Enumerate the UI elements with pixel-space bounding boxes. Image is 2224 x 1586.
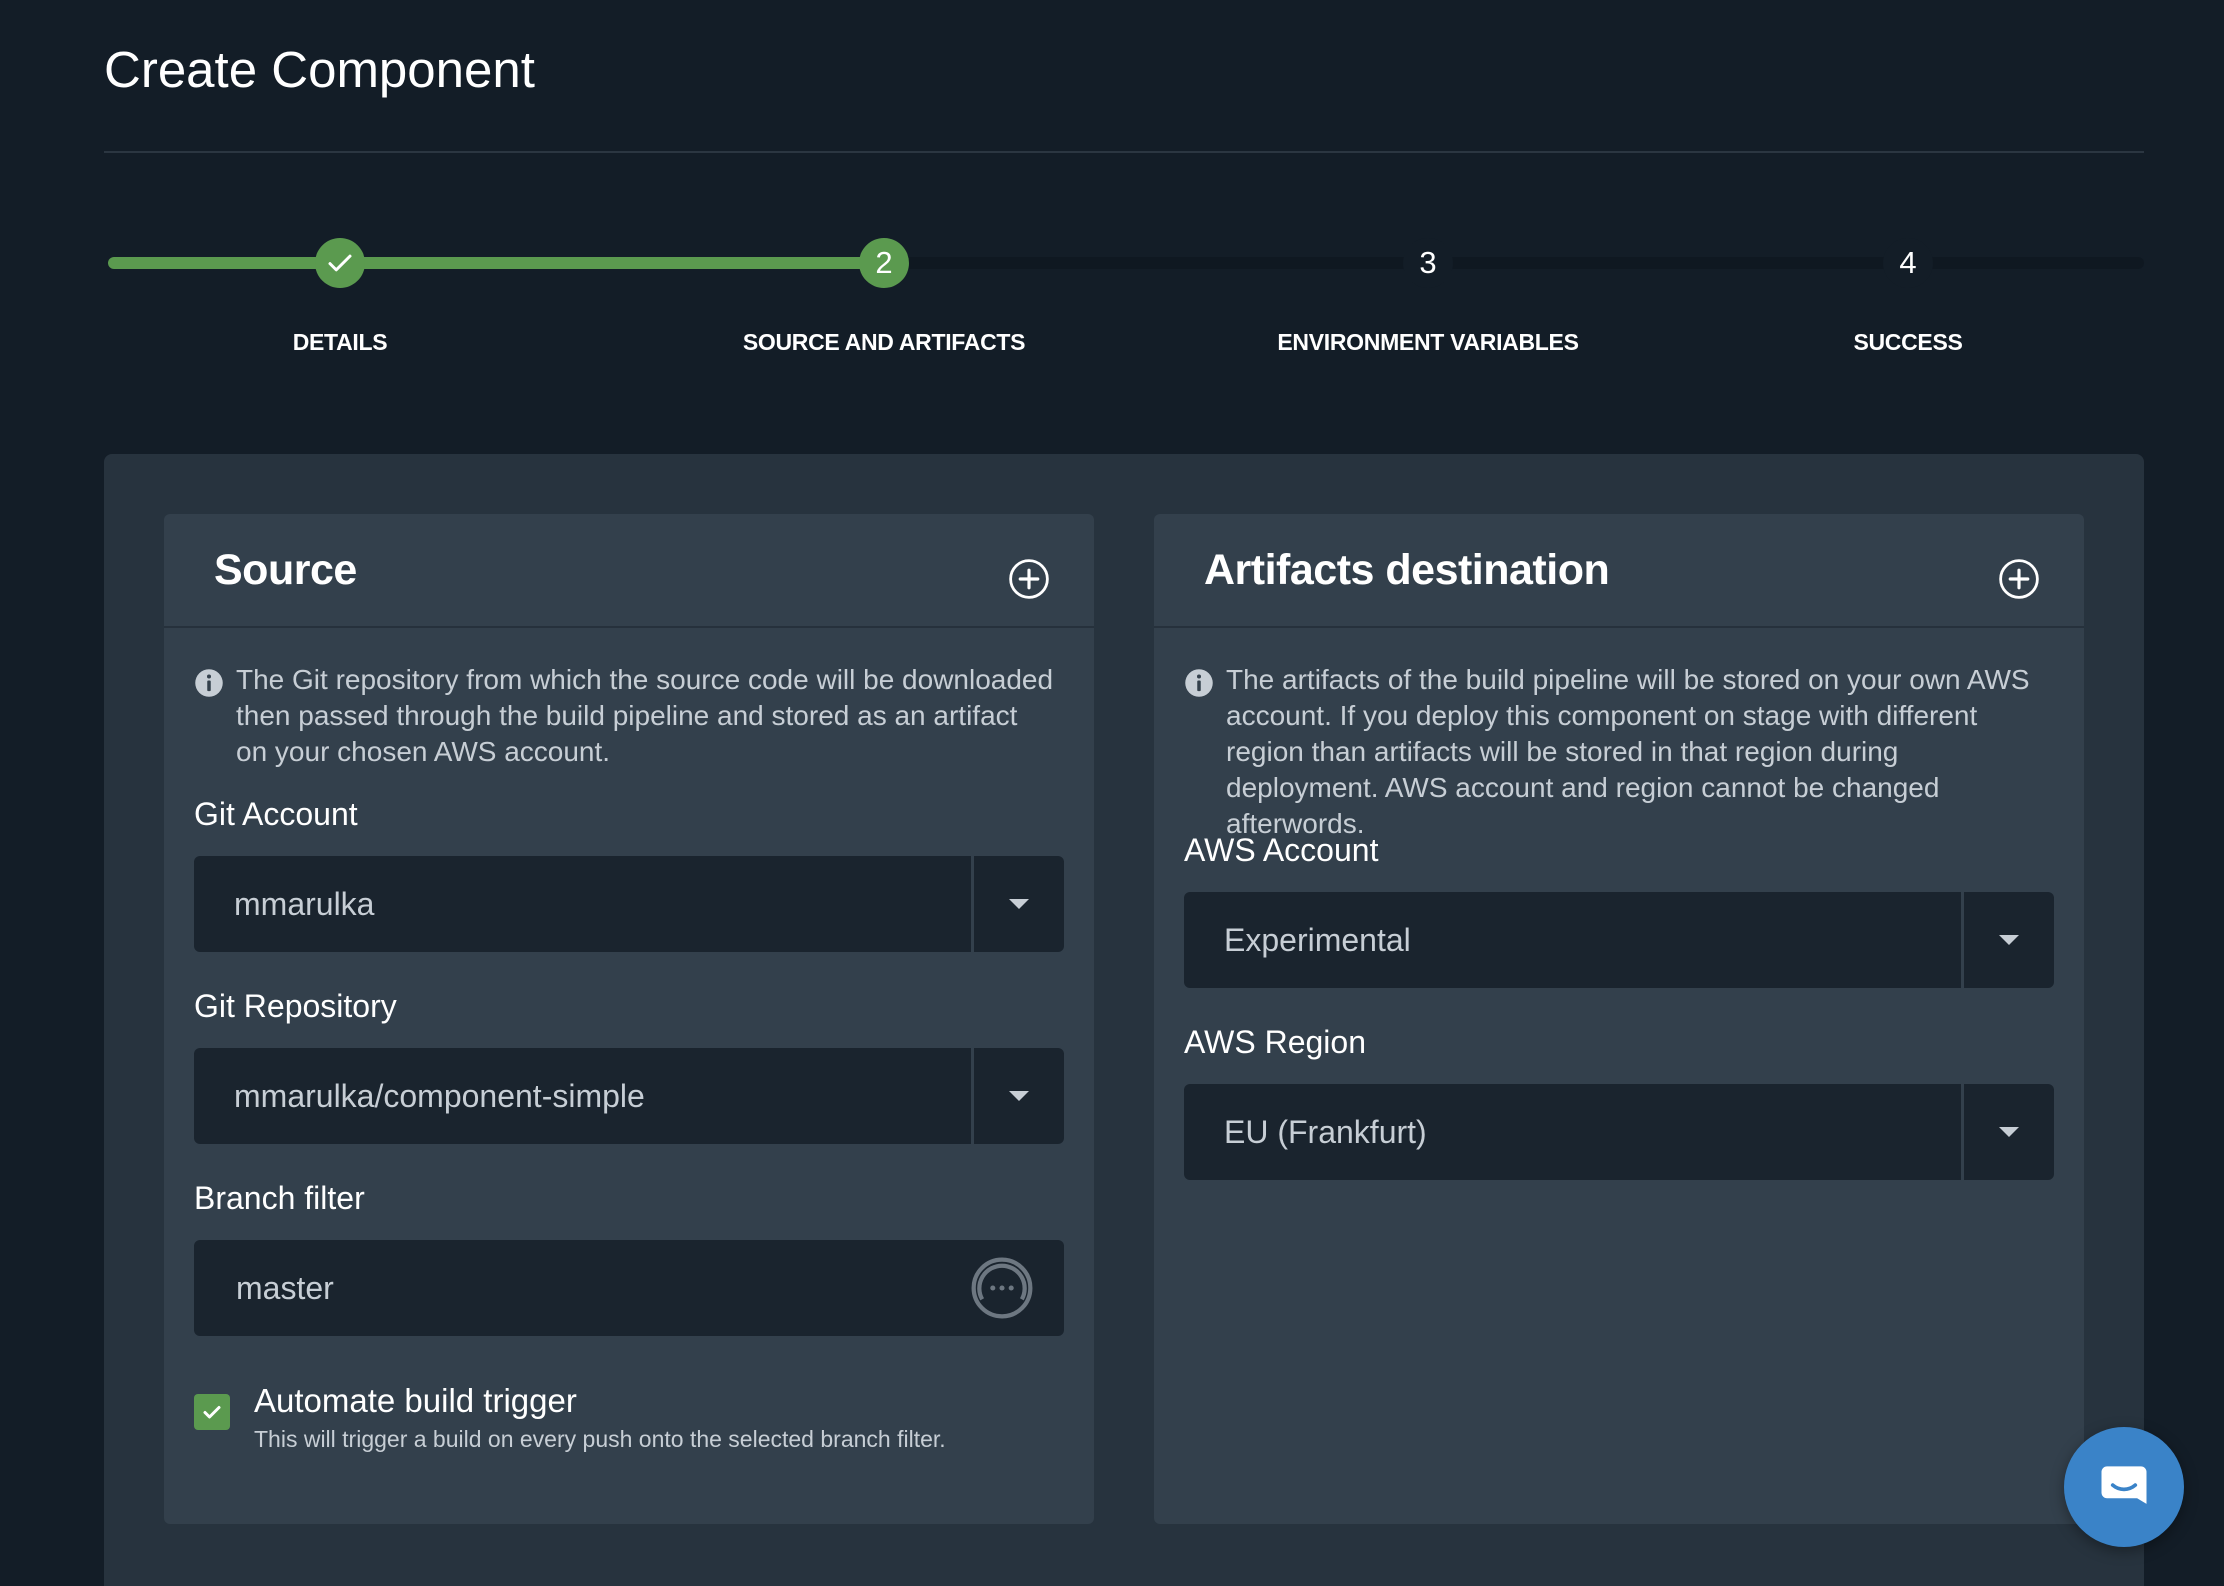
caret-down-icon	[1999, 1127, 2019, 1137]
aws-account-select[interactable]: Experimental	[1184, 892, 2054, 988]
step-3-node[interactable]: 3	[1403, 238, 1453, 288]
step-4-number: 4	[1899, 245, 1917, 280]
aws-account-value[interactable]: Experimental	[1184, 892, 1961, 988]
source-info-text: The Git repository from which the source…	[236, 664, 1054, 767]
automate-build-help: This will trigger a build on every push …	[254, 1426, 946, 1452]
stepper-track-progress	[108, 257, 884, 269]
artifacts-panel-header: Artifacts destination	[1154, 514, 2084, 628]
caret-down-icon	[1009, 899, 1029, 909]
chat-icon	[2101, 1466, 2147, 1504]
automate-build-checkbox[interactable]	[194, 1394, 230, 1430]
source-panel-title: Source	[214, 546, 357, 594]
info-icon	[195, 669, 223, 697]
artifacts-panel-title: Artifacts destination	[1204, 546, 1610, 594]
git-account-value[interactable]: mmarulka	[194, 856, 971, 952]
git-account-label: Git Account	[194, 796, 358, 832]
step-3-label[interactable]: ENVIRONMENT VARIABLES	[1277, 329, 1579, 356]
step-2-node[interactable]: 2	[859, 238, 909, 288]
step-3-number: 3	[1419, 245, 1437, 280]
aws-region-caret[interactable]	[1964, 1084, 2054, 1180]
branch-filter-input[interactable]: master	[194, 1240, 1064, 1336]
git-repository-label: Git Repository	[194, 988, 397, 1024]
git-repository-value[interactable]: mmarulka/component-simple	[194, 1048, 971, 1144]
artifacts-info: The artifacts of the build pipeline will…	[1184, 662, 2044, 842]
branch-filter-label: Branch filter	[194, 1180, 365, 1216]
caret-down-icon	[1999, 935, 2019, 945]
check-icon	[203, 1406, 221, 1419]
git-repository-select[interactable]: mmarulka/component-simple	[194, 1048, 1064, 1144]
step-1-label[interactable]: DETAILS	[293, 329, 388, 356]
caret-down-icon	[1009, 1091, 1029, 1101]
step-2-label[interactable]: SOURCE AND ARTIFACTS	[743, 329, 1026, 356]
aws-region-value[interactable]: EU (Frankfurt)	[1184, 1084, 1961, 1180]
info-icon	[1185, 669, 1213, 697]
progress-stepper: 2 3 4 DETAILS SOURCE AND ARTIFACTS ENVIR…	[0, 0, 2224, 380]
branch-filter-value: master	[236, 1269, 334, 1306]
aws-region-select[interactable]: EU (Frankfurt)	[1184, 1084, 2054, 1180]
automate-build-label[interactable]: Automate build trigger	[254, 1382, 577, 1420]
aws-account-label: AWS Account	[1184, 832, 1379, 868]
source-panel-header: Source	[164, 514, 1094, 628]
create-component-page: Create Component 2 3 4 DETAILS SOURCE AN…	[0, 0, 2224, 1586]
git-account-select[interactable]: mmarulka	[194, 856, 1064, 952]
git-repository-caret[interactable]	[974, 1048, 1064, 1144]
step-1-node[interactable]	[315, 238, 365, 288]
plus-circle-icon[interactable]	[1998, 558, 2040, 600]
step-4-node[interactable]: 4	[1883, 238, 1933, 288]
source-panel: Source The Git repository from which the…	[164, 514, 1094, 1524]
artifacts-panel: Artifacts destination The artifacts of t…	[1154, 514, 2084, 1524]
check-icon	[328, 254, 352, 272]
git-account-caret[interactable]	[974, 856, 1064, 952]
password-manager-icon[interactable]	[968, 1254, 1036, 1322]
aws-account-caret[interactable]	[1964, 892, 2054, 988]
artifacts-info-text: The artifacts of the build pipeline will…	[1226, 664, 2030, 839]
chat-launcher-button[interactable]	[2064, 1427, 2184, 1547]
step-4-label[interactable]: SUCCESS	[1853, 329, 1962, 356]
source-info: The Git repository from which the source…	[194, 662, 1054, 770]
plus-circle-icon[interactable]	[1008, 558, 1050, 600]
aws-region-label: AWS Region	[1184, 1024, 1366, 1060]
step-2-number: 2	[875, 245, 893, 280]
